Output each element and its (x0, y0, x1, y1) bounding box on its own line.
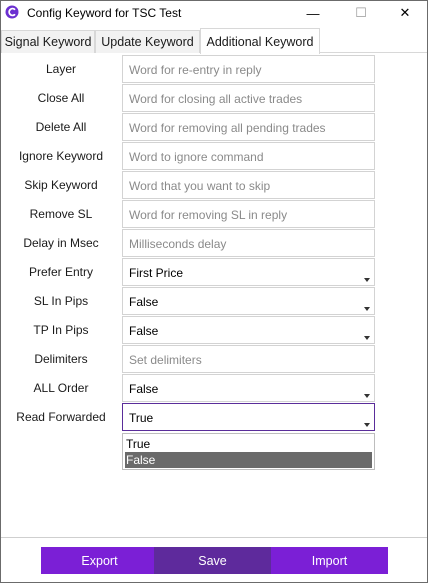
close-all-label: Close All (37, 91, 85, 105)
read-forwarded-dropdown-list: True False (122, 433, 375, 470)
minimize-button[interactable]: — (291, 1, 335, 25)
close-all-input[interactable]: Word for closing all active trades (122, 84, 375, 112)
delay-input[interactable]: Milliseconds delay (122, 229, 375, 257)
row-remove-sl: Remove SL Word for removing SL in reply (1, 200, 427, 229)
window-title: Config Keyword for TSC Test (27, 6, 182, 20)
sl-in-pips-label: SL In Pips (33, 294, 89, 308)
read-forwarded-select[interactable]: True (122, 403, 375, 431)
all-order-select[interactable]: False (122, 374, 375, 402)
delimiters-label: Delimiters (34, 352, 88, 366)
row-tp-in-pips: TP In Pips False (1, 316, 427, 345)
delete-all-input[interactable]: Word for removing all pending trades (122, 113, 375, 141)
row-read-forwarded: Read Forwarded True (1, 403, 427, 432)
row-skip-keyword: Skip Keyword Word that you want to skip (1, 171, 427, 200)
prefer-entry-label: Prefer Entry (28, 265, 94, 279)
all-order-value: False (129, 382, 159, 396)
prefer-entry-value: First Price (129, 266, 183, 280)
ignore-keyword-label: Ignore Keyword (18, 149, 104, 163)
chevron-down-icon (364, 423, 370, 427)
row-delay: Delay in Msec Milliseconds delay (1, 229, 427, 258)
sl-in-pips-select[interactable]: False (122, 287, 375, 315)
export-button[interactable]: Export (41, 547, 158, 574)
row-delimiters: Delimiters Set delimiters (1, 345, 427, 374)
skip-keyword-label: Skip Keyword (24, 178, 98, 192)
prefer-entry-select[interactable]: First Price (122, 258, 375, 286)
sl-in-pips-value: False (129, 295, 159, 309)
delay-label: Delay in Msec (23, 236, 99, 250)
chevron-down-icon (364, 307, 370, 311)
row-close-all: Close All Word for closing all active tr… (1, 84, 427, 113)
maximize-icon: ☐ (355, 5, 367, 20)
chevron-down-icon (364, 394, 370, 398)
tab-bar: Signal Keyword Update Keyword Additional… (1, 28, 427, 54)
dropdown-option-false[interactable]: False (125, 452, 372, 468)
tp-in-pips-value: False (129, 324, 159, 338)
chevron-down-icon (364, 336, 370, 340)
footer-divider (1, 537, 427, 538)
chevron-down-icon (364, 278, 370, 282)
minimize-icon: — (306, 5, 320, 21)
layer-input[interactable]: Word for re-entry in reply (122, 55, 375, 83)
remove-sl-label: Remove SL (29, 207, 93, 221)
dropdown-option-true[interactable]: True (125, 436, 372, 452)
tp-in-pips-select[interactable]: False (122, 316, 375, 344)
tp-in-pips-label: TP In Pips (33, 323, 89, 337)
all-order-label: ALL Order (33, 381, 89, 395)
delete-all-label: Delete All (35, 120, 87, 134)
tab-additional-keyword[interactable]: Additional Keyword (200, 28, 320, 54)
tsc-logo-icon (5, 5, 19, 19)
row-prefer-entry: Prefer Entry First Price (1, 258, 427, 287)
close-button[interactable]: ✕ (383, 1, 427, 25)
title-bar: Config Keyword for TSC Test — ☐ ✕ (1, 1, 427, 25)
row-all-order: ALL Order False (1, 374, 427, 403)
row-delete-all: Delete All Word for removing all pending… (1, 113, 427, 142)
tab-update-keyword[interactable]: Update Keyword (95, 30, 200, 53)
delimiters-input[interactable]: Set delimiters (122, 345, 375, 373)
row-ignore-keyword: Ignore Keyword Word to ignore command (1, 142, 427, 171)
close-icon: ✕ (399, 5, 411, 20)
remove-sl-input[interactable]: Word for removing SL in reply (122, 200, 375, 228)
row-sl-in-pips: SL In Pips False (1, 287, 427, 316)
layer-label: Layer (45, 62, 77, 76)
config-window: Config Keyword for TSC Test — ☐ ✕ Signal… (0, 0, 428, 583)
tab-signal-keyword[interactable]: Signal Keyword (1, 30, 95, 53)
save-button[interactable]: Save (154, 547, 271, 574)
row-layer: Layer Word for re-entry in reply (1, 55, 427, 84)
ignore-keyword-input[interactable]: Word to ignore command (122, 142, 375, 170)
read-forwarded-label: Read Forwarded (16, 410, 106, 424)
maximize-button[interactable]: ☐ (339, 1, 383, 25)
read-forwarded-value: True (129, 411, 154, 425)
skip-keyword-input[interactable]: Word that you want to skip (122, 171, 375, 199)
import-button[interactable]: Import (271, 547, 388, 574)
